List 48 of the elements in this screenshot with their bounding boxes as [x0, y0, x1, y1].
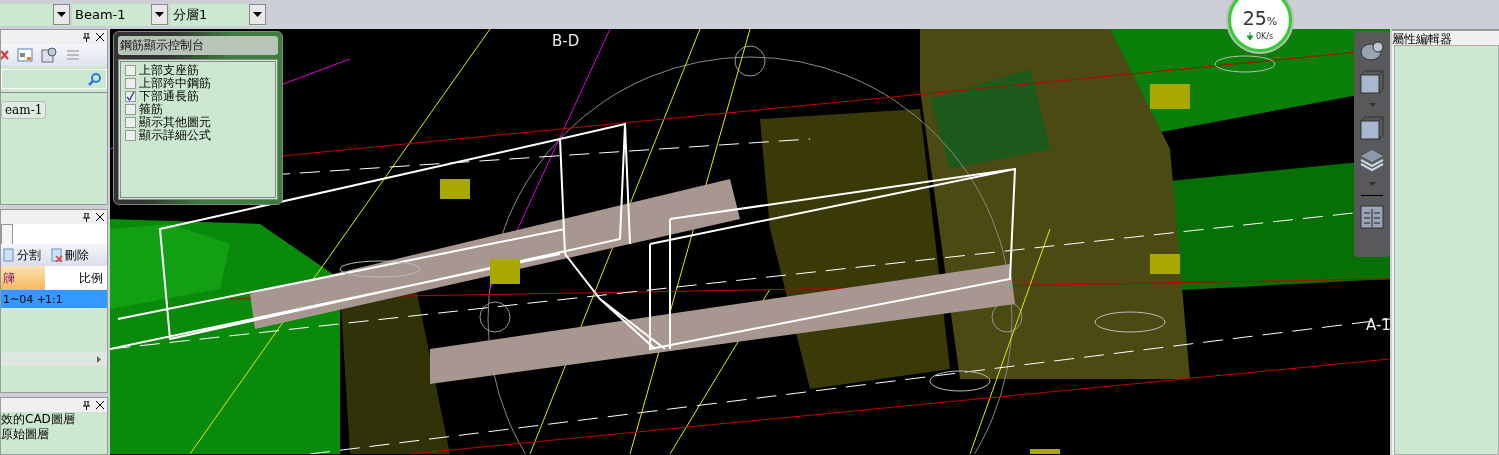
table-cell-text: 1:1 [45, 292, 64, 306]
table-row[interactable]: 1~04 +1:1 [1, 290, 107, 308]
checkbox[interactable] [125, 117, 136, 128]
layers-icon[interactable] [1360, 149, 1384, 173]
tree-item[interactable]: eam-1 [1, 101, 47, 119]
toolbar-button[interactable]: 刪除 [49, 246, 91, 264]
down-arrow-icon [1246, 32, 1253, 40]
panel-title: 鋼筋顯示控制台 [118, 36, 278, 55]
checkbox-label: 上部跨中鋼筋 [139, 77, 211, 90]
checkbox-label: 顯示詳細公式 [139, 129, 211, 142]
column-header[interactable]: 比例 [45, 266, 107, 290]
cube-icon[interactable] [1360, 70, 1384, 94]
checkbox[interactable] [125, 104, 136, 115]
pin-icon[interactable] [83, 212, 90, 222]
checkbox[interactable] [125, 78, 136, 89]
checkbox-label: 下部通長筋 [139, 90, 199, 103]
column-header[interactable]: 簰 [1, 266, 45, 290]
pin-icon[interactable] [83, 32, 90, 42]
toolbar-button[interactable]: 分割 [1, 246, 43, 264]
checkbox-label: 箍筋 [139, 103, 163, 116]
toolbar-icon [3, 248, 15, 262]
percent-text: 25% [1242, 7, 1278, 31]
horizontal-scrollbar[interactable] [1, 352, 107, 366]
pin-icon[interactable] [83, 400, 90, 410]
window-icon[interactable] [17, 47, 33, 63]
table-cell-text: 1~04 + [2, 292, 45, 306]
tab[interactable] [1, 224, 13, 245]
checkbox[interactable] [125, 91, 136, 102]
list-item[interactable]: 效的CAD圖層 [1, 412, 107, 427]
combo-box[interactable]: Beam-1 [72, 3, 168, 26]
toolbar-icon [51, 248, 63, 262]
search-icon[interactable] [88, 72, 102, 86]
speed-text: 0K/s [1255, 31, 1274, 41]
checkbox[interactable] [125, 65, 136, 76]
delete-icon[interactable] [1, 48, 9, 62]
search-field[interactable] [1, 69, 107, 89]
cube-icon[interactable] [1360, 116, 1384, 140]
orbit-icon[interactable] [1359, 41, 1385, 61]
close-icon[interactable] [96, 33, 104, 41]
list-item[interactable]: 原始圖層 [1, 427, 107, 442]
close-icon[interactable] [96, 213, 104, 221]
combo-box[interactable]: 分層1 [170, 3, 266, 26]
checkbox[interactable] [125, 130, 136, 141]
scroll-right-icon[interactable] [97, 355, 101, 363]
checkbox-label: 顯示其他圖元 [139, 116, 211, 129]
axis-label: B-D [552, 32, 580, 50]
close-icon[interactable] [96, 401, 104, 409]
checkbox-label: 上部支座筋 [139, 64, 199, 77]
